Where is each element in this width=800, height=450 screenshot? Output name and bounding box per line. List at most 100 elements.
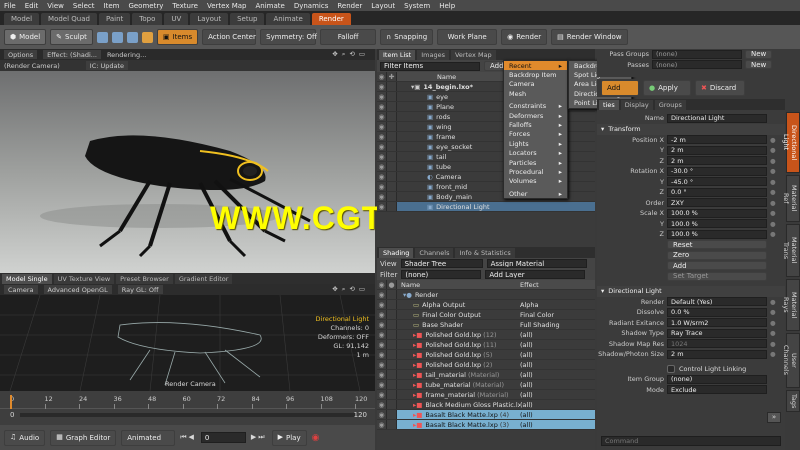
- link-icon[interactable]: [387, 390, 397, 399]
- anim-dot-icon[interactable]: ●: [770, 329, 776, 337]
- link-icon[interactable]: [387, 420, 397, 429]
- shader-row[interactable]: ◉ ▾● Render: [377, 290, 595, 300]
- graph-editor-button[interactable]: ▦ Graph Editor: [50, 429, 117, 446]
- timeline-ruler[interactable]: 0 12 24 36 48 60 72 84 96 108 120: [0, 391, 375, 409]
- rotation-field[interactable]: 0.0 °: [667, 187, 767, 197]
- tab-model-single[interactable]: Model Single: [2, 273, 52, 284]
- render-window-button[interactable]: ▤ Render Window: [551, 29, 628, 45]
- assign-material-dropdown[interactable]: Assign Material: [486, 259, 587, 268]
- range-bar[interactable]: [20, 413, 355, 417]
- menu-animate[interactable]: Animate: [255, 2, 284, 10]
- shader-row[interactable]: ◉ ▸■ Basalt Black Matte.lxp (3) (all): [377, 420, 595, 430]
- tab-render[interactable]: Render: [311, 13, 351, 25]
- add-menu-item[interactable]: Falloffs ▸: [504, 120, 567, 129]
- eye-icon[interactable]: ◉: [377, 410, 387, 419]
- options-button[interactable]: Options: [4, 50, 38, 59]
- shader-row[interactable]: ◉ ▭ Alpha Output Alpha: [377, 300, 595, 310]
- anim-dot-icon[interactable]: ●: [770, 230, 776, 238]
- tab-shading[interactable]: Shading: [379, 247, 414, 258]
- link-icon[interactable]: [387, 340, 397, 349]
- set-target-button[interactable]: Set Target: [667, 271, 767, 281]
- add-pass-button[interactable]: Add: [601, 80, 639, 96]
- record-icon[interactable]: ◉: [312, 433, 320, 443]
- range-end[interactable]: 120: [354, 411, 367, 419]
- snapping-button[interactable]: ∩ Snapping: [380, 29, 434, 45]
- view-dropdown[interactable]: Shader Tree: [400, 259, 483, 268]
- shader-row[interactable]: ◉ ▸■ frame_material (Material) (all): [377, 390, 595, 400]
- add-menu-item[interactable]: Locators ▸: [504, 149, 567, 158]
- scale-field[interactable]: 100.0 %: [667, 219, 767, 229]
- lock-icon[interactable]: [387, 132, 397, 141]
- timeline[interactable]: 0 12 24 36 48 60 72 84 96 108 120 0 120: [0, 391, 375, 425]
- link-icon[interactable]: [387, 310, 397, 319]
- lock-icon[interactable]: [387, 162, 397, 171]
- eye-icon[interactable]: ◉: [377, 380, 387, 389]
- effect-dropdown[interactable]: Effect: (Shadi...: [43, 50, 101, 59]
- add-menu-item[interactable]: Lights ▸: [504, 139, 567, 148]
- add-menu-item[interactable]: Other ▸: [504, 189, 567, 198]
- eye-icon[interactable]: ◉: [377, 172, 387, 181]
- lock-icon[interactable]: [387, 112, 397, 121]
- side-tab-material-trans[interactable]: Material Trans: [782, 223, 800, 278]
- model-button[interactable]: ⬢ Model: [4, 29, 47, 45]
- tab-images[interactable]: Images: [417, 49, 449, 60]
- shader-row[interactable]: ◉ ▸■ Polished Gold.lxp (11) (all): [377, 340, 595, 350]
- menu-select[interactable]: Select: [73, 2, 95, 10]
- shader-row[interactable]: ◉ ▭ Final Color Output Final Color: [377, 310, 595, 320]
- play-button[interactable]: ▶ Play: [271, 429, 307, 446]
- name-field[interactable]: Directional Light: [667, 113, 767, 123]
- apply-button[interactable]: ● Apply: [643, 80, 691, 96]
- anim-dot-icon[interactable]: ●: [770, 308, 776, 316]
- menu-vertex-map[interactable]: Vertex Map: [207, 2, 247, 10]
- symmetry-dropdown[interactable]: Symmetry: Off: [260, 29, 317, 45]
- rotation-field[interactable]: -30.0 °: [667, 166, 767, 176]
- add-menu-item[interactable]: Forces ▸: [504, 130, 567, 139]
- tab-ties[interactable]: ties: [599, 99, 619, 110]
- wireframe-view[interactable]: Directional Light Channels: 0 Deformers:…: [0, 295, 375, 391]
- menu-item[interactable]: Item: [104, 2, 120, 10]
- tab-model-quad[interactable]: Model Quad: [41, 13, 97, 25]
- add-menu-item[interactable]: Procedural ▸: [504, 167, 567, 176]
- link-icon[interactable]: [387, 410, 397, 419]
- add-menu-item[interactable]: Backdrop Item: [504, 70, 567, 79]
- discard-button[interactable]: ✖ Discard: [695, 80, 745, 96]
- lock-icon[interactable]: [387, 192, 397, 201]
- eye-icon[interactable]: ◉: [377, 360, 387, 369]
- position-field[interactable]: -2 m: [667, 135, 767, 145]
- items-button[interactable]: ▣ Items: [156, 29, 199, 45]
- eye-icon[interactable]: ◉: [377, 152, 387, 161]
- add-transform-button[interactable]: Add: [667, 261, 767, 271]
- tab-paint[interactable]: Paint: [98, 13, 131, 25]
- anim-dot-icon[interactable]: ●: [770, 167, 776, 175]
- new-pass-button[interactable]: New: [745, 60, 773, 70]
- rotation-field[interactable]: -45.0 °: [667, 177, 767, 187]
- shader-row[interactable]: ◉ ▸■ Basalt Black Matte.lxp (4) (all): [377, 410, 595, 420]
- menu-texture[interactable]: Texture: [172, 2, 198, 10]
- item-group-dropdown[interactable]: (none): [667, 374, 767, 384]
- shader-row[interactable]: ◉ ▭ Base Shader Full Shading: [377, 320, 595, 330]
- menu-layout[interactable]: Layout: [371, 2, 395, 10]
- step-forward-icons[interactable]: ▶⏭: [251, 433, 267, 442]
- link-icon[interactable]: [387, 370, 397, 379]
- position-field[interactable]: 2 m: [667, 156, 767, 166]
- shader-row[interactable]: ◉ ▸■ Black Medium Gloss Plastic.lxp (all): [377, 400, 595, 410]
- lock-icon[interactable]: [387, 172, 397, 181]
- lock-icon[interactable]: [387, 202, 397, 211]
- material-mode-icon[interactable]: [141, 31, 153, 43]
- side-tab-directional-light[interactable]: Directional Light: [782, 112, 800, 174]
- tab-vertex-map[interactable]: Vertex Map: [450, 49, 496, 60]
- shader-row[interactable]: ◉ ▸■ Polished Gold.lxp (5) (all): [377, 350, 595, 360]
- position-field[interactable]: 2 m: [667, 145, 767, 155]
- anim-dot-icon[interactable]: ●: [770, 188, 776, 196]
- tab-channels[interactable]: Channels: [415, 247, 454, 258]
- link-icon[interactable]: [387, 300, 397, 309]
- frame-field[interactable]: 0: [200, 432, 246, 443]
- scale-field[interactable]: 100.0 %: [667, 208, 767, 218]
- link-icon[interactable]: [387, 320, 397, 329]
- side-tab-material-ref[interactable]: Material Ref: [782, 175, 800, 222]
- shadow-type-field[interactable]: Ray Trace: [667, 328, 767, 338]
- menu-edit[interactable]: Edit: [25, 2, 39, 10]
- tab-uv-texture-view[interactable]: UV Texture View: [53, 273, 115, 284]
- animated-dropdown[interactable]: Animated: [121, 429, 176, 446]
- link-icon[interactable]: [387, 360, 397, 369]
